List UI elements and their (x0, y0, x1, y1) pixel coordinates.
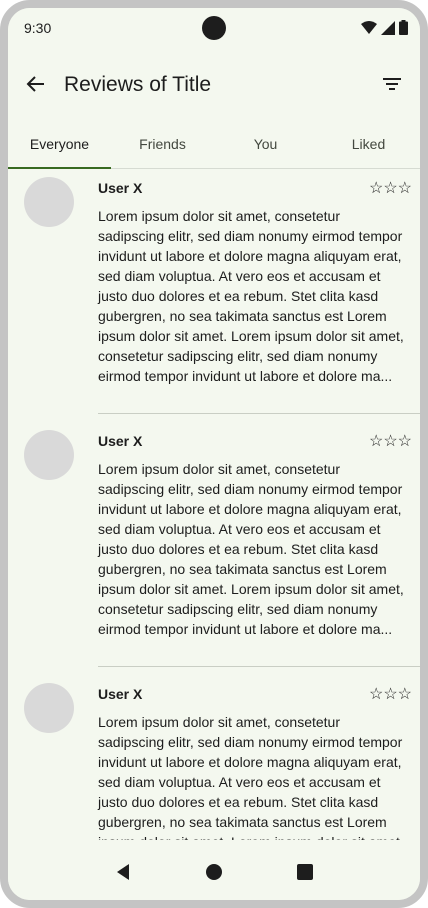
avatar (24, 683, 74, 733)
avatar (24, 430, 74, 480)
review-text: Lorem ipsum dolor sit amet, consetetur s… (98, 461, 404, 637)
nav-back-button[interactable] (109, 860, 137, 888)
tab-bar: Everyone Friends You Liked (8, 120, 420, 169)
arrow-back-icon (26, 74, 46, 99)
review-text: Lorem ipsum dolor sit amet, consetetur s… (98, 208, 404, 384)
review-list[interactable]: User X ☆☆☆ Lorem ipsum dolor sit amet, c… (8, 169, 420, 840)
tab-everyone[interactable]: Everyone (8, 120, 111, 169)
filter-button[interactable] (378, 72, 406, 100)
wifi-icon (361, 20, 377, 40)
camera-cutout (202, 16, 226, 40)
signal-icon (381, 20, 395, 40)
recents-square-icon (296, 863, 313, 885)
review-user-name: User X (98, 433, 143, 449)
back-button[interactable] (22, 72, 50, 100)
review-item[interactable]: User X ☆☆☆ Lorem ipsum dolor sit amet, c… (8, 422, 420, 675)
status-bar: 9:30 (8, 8, 420, 48)
nav-recents-button[interactable] (291, 860, 319, 888)
phone-frame: 9:30 Reviews of Title Everyone Friends Y… (0, 0, 428, 908)
status-icons (361, 20, 408, 40)
top-app-bar: Reviews of Title (8, 48, 420, 120)
page-title: Reviews of Title (64, 73, 212, 96)
review-item[interactable]: User X ☆☆☆ Lorem ipsum dolor sit amet, c… (8, 675, 420, 840)
nav-home-button[interactable] (200, 860, 228, 888)
star-rating: ☆☆☆ (368, 686, 412, 703)
star-rating: ☆☆☆ (368, 433, 412, 450)
battery-icon (399, 20, 408, 40)
tab-friends[interactable]: Friends (111, 120, 214, 168)
star-rating: ☆☆☆ (368, 180, 412, 197)
review-item[interactable]: User X ☆☆☆ Lorem ipsum dolor sit amet, c… (8, 169, 420, 422)
review-text: Lorem ipsum dolor sit amet, consetetur s… (98, 714, 404, 840)
back-triangle-icon (115, 863, 131, 886)
divider (98, 666, 420, 667)
tab-you[interactable]: You (214, 120, 317, 168)
avatar (24, 177, 74, 227)
divider (98, 413, 420, 414)
tab-liked[interactable]: Liked (317, 120, 420, 168)
home-circle-icon (205, 863, 223, 886)
status-time: 9:30 (24, 20, 52, 36)
system-nav-bar (8, 848, 420, 900)
filter-icon (382, 76, 402, 97)
review-user-name: User X (98, 180, 143, 196)
review-user-name: User X (98, 686, 143, 702)
